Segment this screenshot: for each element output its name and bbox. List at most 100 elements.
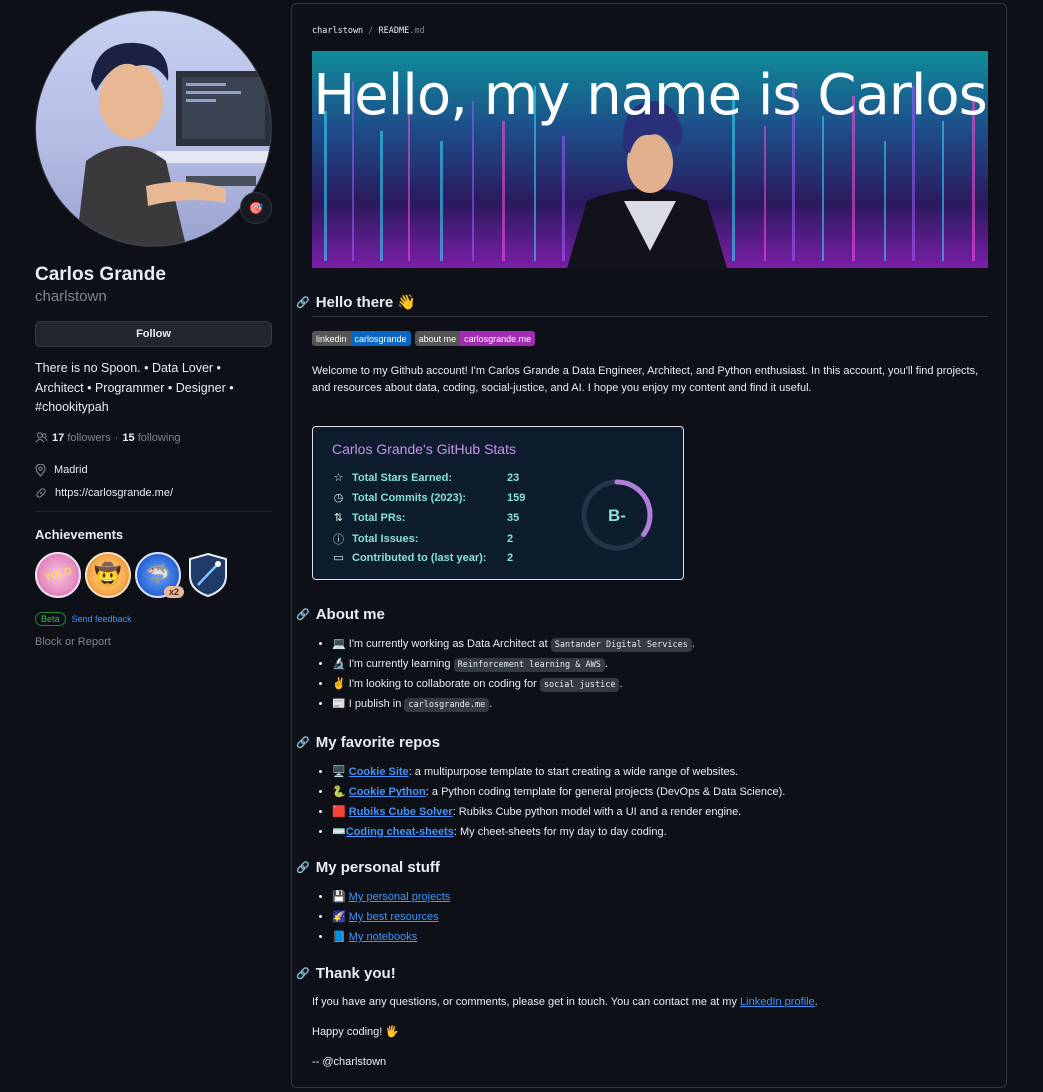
laptop-icon: 💻 bbox=[332, 638, 346, 650]
repos-list: 🖥️ Cookie Site: a multipurpose template … bbox=[312, 762, 785, 842]
list-item-end: . bbox=[619, 678, 623, 690]
shield-icon bbox=[189, 552, 227, 597]
follow-button[interactable]: Follow bbox=[35, 321, 272, 347]
website-link[interactable]: https://carlosgrande.me/ bbox=[55, 487, 173, 499]
list-item-text: I'm looking to collaborate on coding for bbox=[348, 678, 537, 690]
thanks-text: If you have any questions, or comments, … bbox=[312, 996, 737, 1008]
list-item: 🟥 Rubiks Cube Solver: Rubiks Cube python… bbox=[332, 802, 785, 822]
about-me-shield[interactable]: about me carlosgrande.me bbox=[414, 331, 536, 346]
repo-desc: : Rubiks Cube python model with a UI and… bbox=[452, 806, 742, 818]
link-icon bbox=[36, 487, 46, 498]
signature: -- @charlstown bbox=[312, 1056, 387, 1068]
anchor-link-icon[interactable]: 🔗 bbox=[296, 861, 310, 874]
repo-desc: : a Python coding template for general p… bbox=[425, 786, 786, 798]
repo-link-cookie-python[interactable]: Cookie Python bbox=[349, 786, 426, 798]
following-count: 15 bbox=[122, 431, 135, 444]
sidebar-divider bbox=[35, 510, 272, 512]
linkedin-profile-link[interactable]: LinkedIn profile bbox=[740, 996, 815, 1008]
shield-badges: linkedin carlosgrande about me carlosgra… bbox=[312, 331, 536, 346]
stat-label: Total PRs: bbox=[352, 511, 406, 524]
profile-bio: There is no Spoon. • Data Lover • Archit… bbox=[35, 361, 234, 414]
best-resources-link[interactable]: My best resources bbox=[349, 911, 439, 923]
followers-link[interactable]: 17 followers bbox=[52, 432, 111, 444]
follow-stats: 17 followers · 15 following bbox=[35, 432, 272, 444]
beta-label: Beta bbox=[35, 611, 66, 626]
following-link[interactable]: 15 following bbox=[122, 432, 180, 444]
thanks-heading: 🔗 Thank you! bbox=[296, 965, 396, 982]
yolo-badge-text: YOLO bbox=[42, 565, 74, 584]
hello-heading: 🔗 Hello there 👋 bbox=[296, 293, 416, 311]
stat-label: Total Commits (2023): bbox=[352, 491, 467, 504]
send-feedback-link[interactable]: Send feedback bbox=[72, 614, 132, 624]
quickdraw-badge[interactable]: 🤠 bbox=[85, 551, 131, 598]
breadcrumb-file[interactable]: README bbox=[379, 26, 410, 36]
breadcrumb-user[interactable]: charlstown bbox=[312, 26, 363, 36]
stat-value: 23 bbox=[507, 471, 520, 484]
red-square-icon: 🟥 bbox=[332, 806, 346, 818]
anchor-link-icon[interactable]: 🔗 bbox=[296, 736, 310, 749]
stat-row-commits: ◷ Total Commits (2023): 159 bbox=[332, 491, 526, 505]
about-list: 💻 I'm currently working as Data Architec… bbox=[312, 634, 695, 714]
anchor-link-icon[interactable]: 🔗 bbox=[296, 967, 310, 980]
badge-multiplier: x2 bbox=[164, 585, 185, 598]
repos-heading-text: My favorite repos bbox=[315, 734, 440, 751]
avatar-container: 🎯 bbox=[35, 10, 272, 247]
stat-row-contributed: ▭ Contributed to (last year): 2 bbox=[332, 551, 514, 565]
notebooks-link[interactable]: My notebooks bbox=[349, 931, 417, 943]
grade-text: B- bbox=[608, 506, 626, 525]
list-item: 🖥️ Cookie Site: a multipurpose template … bbox=[332, 762, 785, 782]
repo-link-coding-cheat-sheets[interactable]: Coding cheat-sheets bbox=[346, 826, 454, 838]
thanks-heading-text: Thank you! bbox=[315, 965, 396, 982]
linkedin-shield-value: carlosgrande bbox=[350, 331, 411, 346]
linkedin-shield[interactable]: linkedin carlosgrande bbox=[312, 331, 411, 346]
thanks-end: . bbox=[814, 996, 818, 1008]
list-item: 🐍 Cookie Python: a Python coding templat… bbox=[332, 782, 785, 802]
about-me-shield-label: about me bbox=[414, 331, 461, 346]
floppy-disk-icon: 💾 bbox=[332, 891, 346, 903]
list-item-end: . bbox=[489, 698, 493, 710]
website-row: https://carlosgrande.me/ bbox=[35, 487, 272, 499]
repo-link-rubiks-cube-solver[interactable]: Rubiks Cube Solver bbox=[349, 806, 453, 818]
personal-projects-link[interactable]: My personal projects bbox=[349, 891, 451, 903]
anchor-link-icon[interactable]: 🔗 bbox=[296, 608, 310, 621]
linkedin-shield-label: linkedin bbox=[312, 331, 351, 346]
newspaper-icon: 📰 bbox=[332, 698, 346, 710]
block-report-link[interactable]: Block or Report bbox=[35, 636, 272, 648]
list-item-text: I'm currently working as Data Architect … bbox=[348, 638, 548, 650]
following-label: following bbox=[137, 431, 181, 444]
repo-link-cookie-site[interactable]: Cookie Site bbox=[349, 766, 409, 778]
location-text: Madrid bbox=[54, 464, 88, 476]
shooting-star-icon: 🌠 bbox=[332, 911, 346, 923]
stat-value: 2 bbox=[507, 551, 514, 564]
readme-banner: Hello, my name is Carlos bbox=[312, 51, 988, 268]
list-item: 📰 I publish in carlosgrande.me. bbox=[332, 694, 695, 714]
stat-row-stars: ☆ Total Stars Earned: 23 bbox=[332, 471, 520, 485]
stat-row-issues: ⓘ Total Issues: 2 bbox=[332, 531, 513, 547]
list-item: ⌨️Coding cheat-sheets: My cheet-sheets f… bbox=[332, 822, 785, 842]
happy-coding: Happy coding! 🖐️ bbox=[312, 1026, 400, 1038]
yolo-badge[interactable]: YOLO bbox=[35, 551, 81, 598]
list-item: 🌠 My best resources bbox=[332, 907, 450, 927]
intro-paragraph: Welcome to my Github account! I'm Carlos… bbox=[312, 365, 979, 394]
desktop-icon: 🖥️ bbox=[332, 766, 346, 778]
avatar[interactable] bbox=[35, 10, 272, 247]
repo-desc: : My cheet-sheets for my day to day codi… bbox=[453, 826, 667, 838]
list-item-text: I'm currently learning bbox=[348, 658, 451, 670]
breadcrumb-extension: .md bbox=[409, 26, 425, 36]
readme-panel: charlstown / README.md Hello, my name is… bbox=[291, 3, 1007, 1088]
list-item: 💻 I'm currently working as Data Architec… bbox=[332, 634, 695, 654]
stat-label: Total Stars Earned: bbox=[352, 471, 453, 484]
profile-username: charlstown bbox=[35, 288, 107, 305]
list-item: 💾 My personal projects bbox=[332, 887, 450, 907]
stat-value: 2 bbox=[507, 533, 514, 545]
stat-row-prs: ⇅ Total PRs: 35 bbox=[332, 511, 519, 525]
stat-label: Contributed to (last year): bbox=[352, 551, 487, 564]
star-icon: ☆ bbox=[333, 472, 344, 484]
inline-code: Santander Digital Services bbox=[550, 638, 692, 652]
arctic-code-vault-badge[interactable] bbox=[185, 552, 231, 598]
anchor-link-icon[interactable]: 🔗 bbox=[296, 296, 310, 309]
inline-code: Reinforcement learning & AWS bbox=[453, 658, 605, 672]
location-row: Madrid bbox=[35, 463, 272, 477]
achievements-title[interactable]: Achievements bbox=[35, 527, 272, 542]
status-emoji-button[interactable]: 🎯 bbox=[240, 192, 272, 224]
